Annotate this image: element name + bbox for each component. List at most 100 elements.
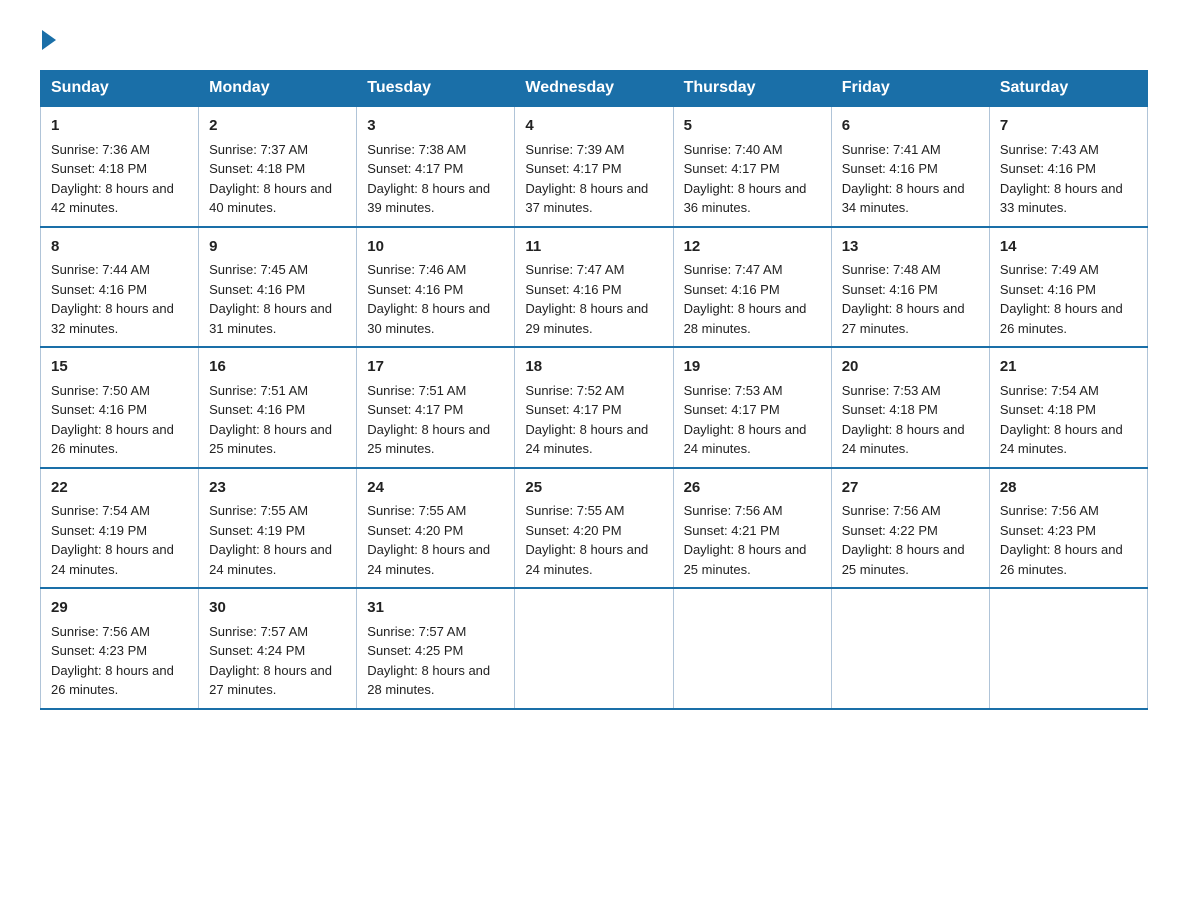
- day-info: Sunrise: 7:53 AMSunset: 4:17 PMDaylight:…: [684, 383, 807, 457]
- table-row: 18 Sunrise: 7:52 AMSunset: 4:17 PMDayligh…: [515, 347, 673, 468]
- logo-arrow-icon: [42, 30, 56, 50]
- day-info: Sunrise: 7:36 AMSunset: 4:18 PMDaylight:…: [51, 142, 174, 216]
- day-number: 19: [684, 356, 821, 379]
- table-row: 11 Sunrise: 7:47 AMSunset: 4:16 PMDayligh…: [515, 227, 673, 348]
- day-number: 14: [1000, 236, 1137, 259]
- weekday-header-thursday: Thursday: [673, 71, 831, 107]
- day-info: Sunrise: 7:55 AMSunset: 4:20 PMDaylight:…: [367, 503, 490, 577]
- calendar-week-row: 22 Sunrise: 7:54 AMSunset: 4:19 PMDayligh…: [41, 468, 1148, 589]
- day-info: Sunrise: 7:55 AMSunset: 4:20 PMDaylight:…: [525, 503, 648, 577]
- day-info: Sunrise: 7:48 AMSunset: 4:16 PMDaylight:…: [842, 262, 965, 336]
- table-row: 28 Sunrise: 7:56 AMSunset: 4:23 PMDayligh…: [989, 468, 1147, 589]
- table-row: 7Sunrise: 7:43 AMSunset: 4:16 PMDaylight…: [989, 106, 1147, 227]
- table-row: 30 Sunrise: 7:57 AMSunset: 4:24 PMDayligh…: [199, 588, 357, 709]
- day-number: 1: [51, 115, 188, 138]
- table-row: 1 Sunrise: 7:36 AMSunset: 4:18 PMDaylight…: [41, 106, 199, 227]
- day-info: Sunrise: 7:57 AMSunset: 4:24 PMDaylight:…: [209, 624, 332, 698]
- day-info: Sunrise: 7:46 AMSunset: 4:16 PMDaylight:…: [367, 262, 490, 336]
- day-number: 4: [525, 115, 662, 138]
- table-row: 25 Sunrise: 7:55 AMSunset: 4:20 PMDayligh…: [515, 468, 673, 589]
- day-number: 23: [209, 477, 346, 500]
- day-info: Sunrise: 7:37 AMSunset: 4:18 PMDaylight:…: [209, 142, 332, 216]
- table-row: 19 Sunrise: 7:53 AMSunset: 4:17 PMDayligh…: [673, 347, 831, 468]
- table-row: 22 Sunrise: 7:54 AMSunset: 4:19 PMDayligh…: [41, 468, 199, 589]
- day-info: Sunrise: 7:47 AMSunset: 4:16 PMDaylight:…: [684, 262, 807, 336]
- table-row: [831, 588, 989, 709]
- table-row: 6 Sunrise: 7:41 AMSunset: 4:16 PMDaylight…: [831, 106, 989, 227]
- day-number: 25: [525, 477, 662, 500]
- day-number: 15: [51, 356, 188, 379]
- table-row: 13 Sunrise: 7:48 AMSunset: 4:16 PMDayligh…: [831, 227, 989, 348]
- day-info: Sunrise: 7:40 AMSunset: 4:17 PMDaylight:…: [684, 142, 807, 216]
- table-row: 27Sunrise: 7:56 AMSunset: 4:22 PMDayligh…: [831, 468, 989, 589]
- table-row: 5 Sunrise: 7:40 AMSunset: 4:17 PMDaylight…: [673, 106, 831, 227]
- logo: [40, 30, 58, 50]
- table-row: 17Sunrise: 7:51 AMSunset: 4:17 PMDayligh…: [357, 347, 515, 468]
- day-number: 2: [209, 115, 346, 138]
- day-number: 5: [684, 115, 821, 138]
- calendar-week-row: 29Sunrise: 7:56 AMSunset: 4:23 PMDayligh…: [41, 588, 1148, 709]
- weekday-header-monday: Monday: [199, 71, 357, 107]
- day-number: 8: [51, 236, 188, 259]
- table-row: 14Sunrise: 7:49 AMSunset: 4:16 PMDayligh…: [989, 227, 1147, 348]
- day-number: 20: [842, 356, 979, 379]
- day-info: Sunrise: 7:50 AMSunset: 4:16 PMDaylight:…: [51, 383, 174, 457]
- day-number: 31: [367, 597, 504, 620]
- day-number: 17: [367, 356, 504, 379]
- table-row: 8 Sunrise: 7:44 AMSunset: 4:16 PMDaylight…: [41, 227, 199, 348]
- table-row: 15 Sunrise: 7:50 AMSunset: 4:16 PMDayligh…: [41, 347, 199, 468]
- table-row: 3 Sunrise: 7:38 AMSunset: 4:17 PMDaylight…: [357, 106, 515, 227]
- day-number: 21: [1000, 356, 1137, 379]
- day-number: 26: [684, 477, 821, 500]
- table-row: [515, 588, 673, 709]
- table-row: 24 Sunrise: 7:55 AMSunset: 4:20 PMDayligh…: [357, 468, 515, 589]
- table-row: 20Sunrise: 7:53 AMSunset: 4:18 PMDayligh…: [831, 347, 989, 468]
- day-info: Sunrise: 7:54 AMSunset: 4:18 PMDaylight:…: [1000, 383, 1123, 457]
- table-row: 4 Sunrise: 7:39 AMSunset: 4:17 PMDaylight…: [515, 106, 673, 227]
- day-info: Sunrise: 7:38 AMSunset: 4:17 PMDaylight:…: [367, 142, 490, 216]
- table-row: 12Sunrise: 7:47 AMSunset: 4:16 PMDayligh…: [673, 227, 831, 348]
- weekday-header-tuesday: Tuesday: [357, 71, 515, 107]
- table-row: 21 Sunrise: 7:54 AMSunset: 4:18 PMDayligh…: [989, 347, 1147, 468]
- table-row: [989, 588, 1147, 709]
- table-row: [673, 588, 831, 709]
- day-info: Sunrise: 7:44 AMSunset: 4:16 PMDaylight:…: [51, 262, 174, 336]
- table-row: 2 Sunrise: 7:37 AMSunset: 4:18 PMDaylight…: [199, 106, 357, 227]
- day-info: Sunrise: 7:55 AMSunset: 4:19 PMDaylight:…: [209, 503, 332, 577]
- table-row: 9 Sunrise: 7:45 AMSunset: 4:16 PMDaylight…: [199, 227, 357, 348]
- table-row: 16Sunrise: 7:51 AMSunset: 4:16 PMDayligh…: [199, 347, 357, 468]
- day-number: 10: [367, 236, 504, 259]
- day-info: Sunrise: 7:56 AMSunset: 4:23 PMDaylight:…: [1000, 503, 1123, 577]
- day-number: 13: [842, 236, 979, 259]
- day-number: 9: [209, 236, 346, 259]
- day-info: Sunrise: 7:52 AMSunset: 4:17 PMDaylight:…: [525, 383, 648, 457]
- day-info: Sunrise: 7:41 AMSunset: 4:16 PMDaylight:…: [842, 142, 965, 216]
- day-info: Sunrise: 7:47 AMSunset: 4:16 PMDaylight:…: [525, 262, 648, 336]
- day-info: Sunrise: 7:57 AMSunset: 4:25 PMDaylight:…: [367, 624, 490, 698]
- day-number: 28: [1000, 477, 1137, 500]
- day-number: 22: [51, 477, 188, 500]
- day-number: 18: [525, 356, 662, 379]
- day-number: 30: [209, 597, 346, 620]
- day-info: Sunrise: 7:45 AMSunset: 4:16 PMDaylight:…: [209, 262, 332, 336]
- weekday-header-wednesday: Wednesday: [515, 71, 673, 107]
- day-info: Sunrise: 7:56 AMSunset: 4:22 PMDaylight:…: [842, 503, 965, 577]
- day-number: 24: [367, 477, 504, 500]
- day-number: 7: [1000, 115, 1137, 138]
- weekday-header-saturday: Saturday: [989, 71, 1147, 107]
- calendar-week-row: 15 Sunrise: 7:50 AMSunset: 4:16 PMDayligh…: [41, 347, 1148, 468]
- table-row: 26 Sunrise: 7:56 AMSunset: 4:21 PMDayligh…: [673, 468, 831, 589]
- table-row: 10 Sunrise: 7:46 AMSunset: 4:16 PMDayligh…: [357, 227, 515, 348]
- day-number: 3: [367, 115, 504, 138]
- day-info: Sunrise: 7:39 AMSunset: 4:17 PMDaylight:…: [525, 142, 648, 216]
- weekday-header-friday: Friday: [831, 71, 989, 107]
- weekday-header-sunday: Sunday: [41, 71, 199, 107]
- day-info: Sunrise: 7:54 AMSunset: 4:19 PMDaylight:…: [51, 503, 174, 577]
- weekday-header-row: SundayMondayTuesdayWednesdayThursdayFrid…: [41, 71, 1148, 107]
- table-row: 29Sunrise: 7:56 AMSunset: 4:23 PMDayligh…: [41, 588, 199, 709]
- day-number: 11: [525, 236, 662, 259]
- page-header: [40, 30, 1148, 50]
- day-info: Sunrise: 7:56 AMSunset: 4:21 PMDaylight:…: [684, 503, 807, 577]
- day-number: 6: [842, 115, 979, 138]
- day-info: Sunrise: 7:56 AMSunset: 4:23 PMDaylight:…: [51, 624, 174, 698]
